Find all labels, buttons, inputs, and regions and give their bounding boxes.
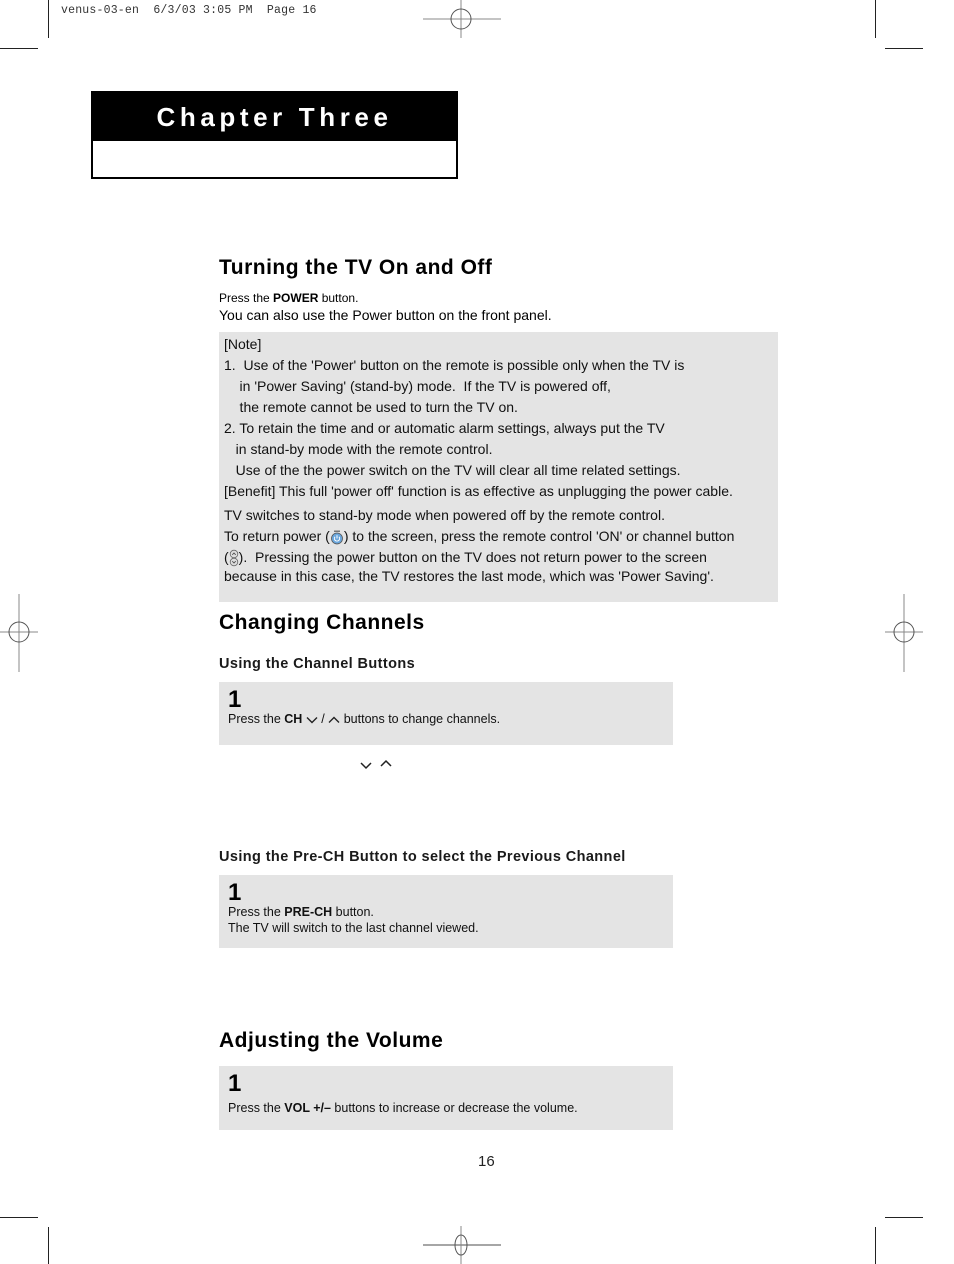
page-number: 16 — [478, 1153, 495, 1170]
registration-mark-icon — [0, 594, 38, 672]
note-line: [Note] — [224, 336, 262, 352]
subheading-pre-ch: Using the Pre-CH Button to select the Pr… — [219, 849, 626, 865]
crop-mark — [48, 1227, 49, 1264]
pressing-suffix: ). Pressing the power button on the TV d… — [238, 549, 707, 565]
print-slug: venus-03-en 6/3/03 3:05 PM Page 16 — [61, 4, 317, 17]
note-line: 2. To retain the time and or automatic a… — [224, 420, 665, 436]
power-button-icon — [330, 530, 343, 545]
power-instruction: Press the POWER button. — [219, 291, 358, 305]
crop-mark — [875, 1227, 876, 1264]
crop-mark — [0, 1217, 38, 1218]
pre-ch-keyword: PRE-CH — [284, 905, 333, 919]
registration-mark-icon — [423, 1226, 501, 1264]
note-line: in 'Power Saving' (stand-by) mode. If th… — [224, 378, 611, 394]
registration-mark-icon — [423, 0, 501, 38]
crop-mark — [875, 0, 876, 38]
step-number: 1 — [228, 1070, 242, 1097]
step-text-suffix: buttons to change channels. — [340, 712, 501, 726]
step-text-prefix: Press the — [228, 905, 285, 919]
subheading-channel-buttons: Using the Channel Buttons — [219, 656, 416, 672]
chevron-down-icon — [306, 716, 318, 724]
ch-keyword: CH — [284, 712, 303, 726]
section-heading-changing-channels: Changing Channels — [219, 611, 425, 634]
step-text-sep: / — [317, 712, 329, 726]
step-text-suffix: button. — [332, 905, 374, 919]
channel-button-icon — [229, 550, 238, 567]
last-mode-line: because in this case, the TV restores th… — [224, 568, 714, 584]
step-panel-volume: 1 Press the VOL +/– buttons to increase … — [219, 1066, 673, 1130]
step-text: Press the CH / buttons to change channel… — [228, 712, 500, 726]
chevron-up-icon — [328, 716, 340, 723]
registration-mark-icon — [885, 594, 923, 672]
step-text-prefix: Press the — [228, 712, 285, 726]
note-panel: [Note] 1. Use of the 'Power' button on t… — [219, 332, 778, 602]
crop-mark — [48, 0, 49, 38]
vol-keyword: VOL +/– — [284, 1101, 331, 1115]
standby-line: TV switches to stand-by mode when powere… — [224, 507, 665, 523]
note-line: [Benefit] This full 'power off' function… — [224, 483, 733, 499]
crop-mark — [885, 1217, 923, 1218]
crop-mark — [885, 48, 923, 49]
step-text: Press the VOL +/– buttons to increase or… — [228, 1101, 578, 1115]
note-line: Use of the the power switch on the TV wi… — [224, 462, 681, 478]
chevron-down-icon — [360, 762, 372, 770]
power-instruction-suffix: button. — [318, 291, 359, 305]
step-number: 1 — [228, 686, 242, 713]
note-line: the remote cannot be used to turn the TV… — [224, 399, 518, 415]
section-heading-turning-on-off: Turning the TV On and Off — [219, 256, 493, 279]
note-line: in stand-by mode with the remote control… — [224, 441, 493, 457]
note-line: 1. Use of the 'Power' button on the remo… — [224, 357, 685, 373]
chevron-up-icon — [380, 759, 392, 767]
step-text-line2: The TV will switch to the last channel v… — [228, 921, 479, 935]
section-heading-volume: Adjusting the Volume — [219, 1029, 444, 1052]
power-keyword: POWER — [273, 291, 319, 305]
chapter-title: Chapter Three — [93, 93, 456, 141]
return-power-suffix: ) to the screen, press the remote contro… — [343, 528, 735, 544]
crop-mark — [0, 48, 38, 49]
return-power-line: To return power ( ) to the screen, press… — [224, 528, 734, 545]
step-text-prefix: Press the — [228, 1101, 285, 1115]
power-instruction-prefix: Press the — [219, 291, 274, 305]
step-number: 1 — [228, 879, 242, 906]
return-power-prefix: To return power ( — [224, 528, 330, 544]
step-panel-channel-buttons: 1 Press the CH / buttons to change chann… — [219, 682, 673, 745]
step-panel-pre-ch: 1 Press the PRE-CH button. The TV will s… — [219, 875, 673, 948]
front-panel-note: You can also use the Power button on the… — [219, 307, 552, 323]
step-text-suffix: buttons to increase or decrease the volu… — [330, 1101, 578, 1115]
step-text: Press the PRE-CH button. — [228, 905, 374, 919]
chapter-header: Chapter Three — [91, 91, 458, 179]
pressing-line: ( ). Pressing the power button on the TV… — [224, 549, 707, 567]
